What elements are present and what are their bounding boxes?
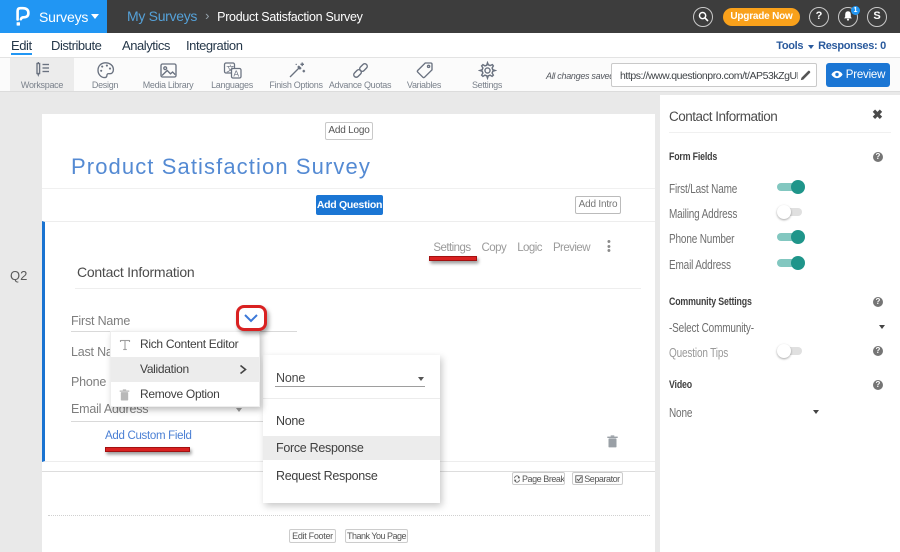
svg-text:A: A: [233, 69, 239, 79]
